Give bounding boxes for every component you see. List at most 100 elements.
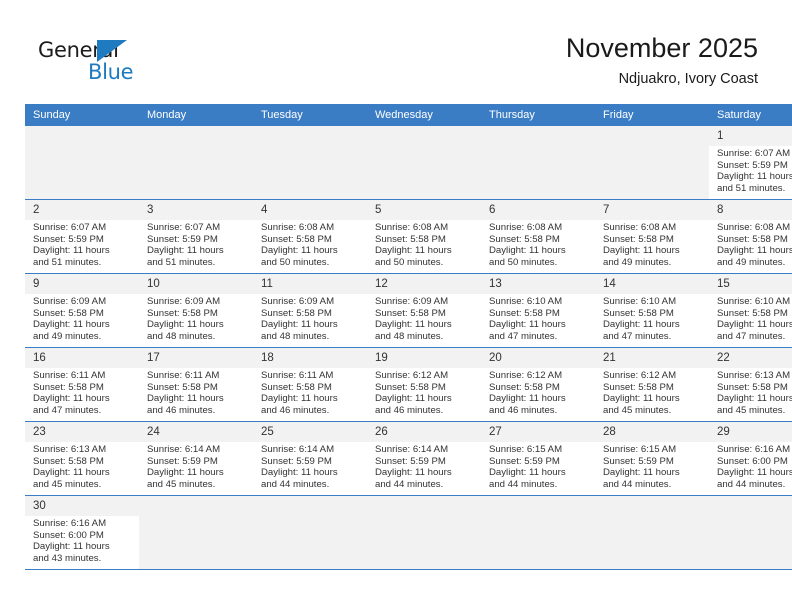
calendar-cell-day-3[interactable]: 3 Sunrise: 6:07 AM Sunset: 5:59 PM Daylight… [139,199,253,274]
calendar-cell-day-27[interactable]: 27 Sunrise: 6:15 AM Sunset: 5:59 PM Dayligh… [481,421,595,496]
calendar-cell-day-30[interactable]: 30 Sunrise: 6:16 AM Sunset: 6:00 PM Dayligh… [25,495,139,570]
day-daylight1-text: Daylight: 11 hours [261,319,338,331]
calendar-cell-day-16[interactable]: 16 Sunrise: 6:11 AM Sunset: 5:58 PM Dayligh… [25,347,139,422]
day-daylight1-text: Daylight: 11 hours [375,245,452,257]
day-number: 18 [253,348,367,368]
day-number: 25 [253,422,367,442]
day-daylight2-text: and 45 minutes. [717,404,786,416]
day-number: 20 [481,348,595,368]
calendar-cell-day-23[interactable]: 23 Sunrise: 6:13 AM Sunset: 5:58 PM Dayligh… [25,421,139,496]
day-details: Sunrise: 6:14 AM Sunset: 5:59 PM Daylight:… [139,442,253,490]
day-daylight1-text: Daylight: 11 hours [375,393,452,405]
day-daylight1-text: Daylight: 11 hours [717,393,792,405]
weekday-header-monday: Monday [139,104,253,126]
day-daylight2-text: and 51 minutes. [717,182,786,194]
calendar-cell-day-18[interactable]: 18 Sunrise: 6:11 AM Sunset: 5:58 PM Dayligh… [253,347,367,422]
day-number: 21 [595,348,709,368]
calendar-cell-day-2[interactable]: 2 Sunrise: 6:07 AM Sunset: 5:59 PM Daylight… [25,199,139,274]
day-daylight1-text: Daylight: 11 hours [603,319,680,331]
day-sunset-text: Sunset: 5:58 PM [603,381,674,393]
calendar-cell-empty [709,495,792,570]
day-details: Sunrise: 6:11 AM Sunset: 5:58 PM Daylight:… [25,368,139,416]
calendar-cell-day-1[interactable]: 1 Sunrise: 6:07 AM Sunset: 5:59 PM Daylight… [709,126,792,200]
calendar-cell-empty [481,126,595,200]
calendar-cell-day-12[interactable]: 12 Sunrise: 6:09 AM Sunset: 5:58 PM Dayligh… [367,273,481,348]
day-details: Sunrise: 6:08 AM Sunset: 5:58 PM Daylight:… [595,220,709,268]
day-daylight2-text: and 46 minutes. [375,404,444,416]
day-sunset-text: Sunset: 5:58 PM [33,381,104,393]
day-daylight1-text: Daylight: 11 hours [603,393,680,405]
calendar-week-row: 1 Sunrise: 6:07 AM Sunset: 5:59 PM Daylight… [25,126,792,200]
day-details: Sunrise: 6:10 AM Sunset: 5:58 PM Daylight:… [595,294,709,342]
empty-cell-fill [709,496,792,569]
day-sunrise-text: Sunrise: 6:13 AM [33,444,107,455]
day-details: Sunrise: 6:15 AM Sunset: 5:59 PM Daylight:… [595,442,709,490]
calendar-cell-day-13[interactable]: 13 Sunrise: 6:10 AM Sunset: 5:58 PM Dayligh… [481,273,595,348]
day-details: Sunrise: 6:10 AM Sunset: 5:58 PM Daylight:… [481,294,595,342]
empty-cell-fill [481,496,595,569]
empty-cell-fill [595,126,709,199]
calendar-cell-day-10[interactable]: 10 Sunrise: 6:09 AM Sunset: 5:58 PM Dayligh… [139,273,253,348]
day-daylight2-text: and 48 minutes. [147,330,216,342]
calendar-cell-day-20[interactable]: 20 Sunrise: 6:12 AM Sunset: 5:58 PM Dayligh… [481,347,595,422]
day-details: Sunrise: 6:07 AM Sunset: 5:59 PM Daylight:… [139,220,253,268]
day-daylight2-text: and 45 minutes. [147,478,216,490]
empty-cell-fill [367,496,481,569]
day-daylight2-text: and 47 minutes. [603,330,672,342]
day-details: Sunrise: 6:15 AM Sunset: 5:59 PM Daylight:… [481,442,595,490]
calendar-cell-day-17[interactable]: 17 Sunrise: 6:11 AM Sunset: 5:58 PM Dayligh… [139,347,253,422]
day-number: 19 [367,348,481,368]
day-number: 15 [709,274,792,294]
day-details: Sunrise: 6:09 AM Sunset: 5:58 PM Daylight:… [253,294,367,342]
day-details: Sunrise: 6:13 AM Sunset: 5:58 PM Daylight:… [709,368,792,416]
calendar-cell-empty [25,126,139,200]
calendar-cell-day-7[interactable]: 7 Sunrise: 6:08 AM Sunset: 5:58 PM Daylight… [595,199,709,274]
day-sunrise-text: Sunrise: 6:08 AM [717,222,791,233]
day-daylight2-text: and 44 minutes. [717,478,786,490]
calendar-cell-day-5[interactable]: 5 Sunrise: 6:08 AM Sunset: 5:58 PM Daylight… [367,199,481,274]
day-number: 2 [25,200,139,220]
day-number: 12 [367,274,481,294]
day-daylight2-text: and 50 minutes. [489,256,558,268]
calendar-cell-day-24[interactable]: 24 Sunrise: 6:14 AM Sunset: 5:59 PM Dayligh… [139,421,253,496]
calendar-cell-day-19[interactable]: 19 Sunrise: 6:12 AM Sunset: 5:58 PM Dayligh… [367,347,481,422]
calendar-week-row: 23 Sunrise: 6:13 AM Sunset: 5:58 PM Dayligh… [25,421,792,496]
day-number: 27 [481,422,595,442]
day-daylight1-text: Daylight: 11 hours [489,319,566,331]
day-details: Sunrise: 6:10 AM Sunset: 5:58 PM Daylight:… [709,294,792,342]
calendar-cell-day-15[interactable]: 15 Sunrise: 6:10 AM Sunset: 5:58 PM Dayligh… [709,273,792,348]
day-sunset-text: Sunset: 5:58 PM [375,233,446,245]
general-blue-logo[interactable]: General Blue [38,38,168,88]
calendar-grid: Sunday Monday Tuesday Wednesday Thursday Frid… [25,104,792,570]
day-details: Sunrise: 6:16 AM Sunset: 6:00 PM Daylight:… [709,442,792,490]
day-sunrise-text: Sunrise: 6:13 AM [717,370,791,381]
calendar-cell-day-11[interactable]: 11 Sunrise: 6:09 AM Sunset: 5:58 PM Dayligh… [253,273,367,348]
day-daylight2-text: and 47 minutes. [33,404,102,416]
day-sunrise-text: Sunrise: 6:10 AM [717,296,791,307]
calendar-cell-day-14[interactable]: 14 Sunrise: 6:10 AM Sunset: 5:58 PM Dayligh… [595,273,709,348]
calendar-cell-day-8[interactable]: 8 Sunrise: 6:08 AM Sunset: 5:58 PM Daylight… [709,199,792,274]
calendar-cell-day-26[interactable]: 26 Sunrise: 6:14 AM Sunset: 5:59 PM Dayligh… [367,421,481,496]
day-sunset-text: Sunset: 5:58 PM [717,381,788,393]
day-sunset-text: Sunset: 5:58 PM [147,307,218,319]
calendar-cell-day-28[interactable]: 28 Sunrise: 6:15 AM Sunset: 5:59 PM Dayligh… [595,421,709,496]
day-sunrise-text: Sunrise: 6:14 AM [375,444,449,455]
calendar-cell-day-25[interactable]: 25 Sunrise: 6:14 AM Sunset: 5:59 PM Dayligh… [253,421,367,496]
day-daylight2-text: and 44 minutes. [375,478,444,490]
day-number: 30 [25,496,139,516]
day-daylight2-text: and 44 minutes. [489,478,558,490]
day-daylight1-text: Daylight: 11 hours [261,393,338,405]
calendar-cell-day-4[interactable]: 4 Sunrise: 6:08 AM Sunset: 5:58 PM Daylight… [253,199,367,274]
calendar-cell-empty [139,126,253,200]
calendar-cell-day-9[interactable]: 9 Sunrise: 6:09 AM Sunset: 5:58 PM Daylight… [25,273,139,348]
day-number: 26 [367,422,481,442]
day-daylight1-text: Daylight: 11 hours [717,245,792,257]
day-daylight1-text: Daylight: 11 hours [147,467,224,479]
empty-cell-fill [367,126,481,199]
calendar-cell-day-22[interactable]: 22 Sunrise: 6:13 AM Sunset: 5:58 PM Dayligh… [709,347,792,422]
day-sunset-text: Sunset: 5:58 PM [717,307,788,319]
calendar-cell-day-29[interactable]: 29 Sunrise: 6:16 AM Sunset: 6:00 PM Dayligh… [709,421,792,496]
day-daylight1-text: Daylight: 11 hours [717,467,792,479]
calendar-cell-day-6[interactable]: 6 Sunrise: 6:08 AM Sunset: 5:58 PM Daylight… [481,199,595,274]
calendar-cell-day-21[interactable]: 21 Sunrise: 6:12 AM Sunset: 5:58 PM Dayligh… [595,347,709,422]
